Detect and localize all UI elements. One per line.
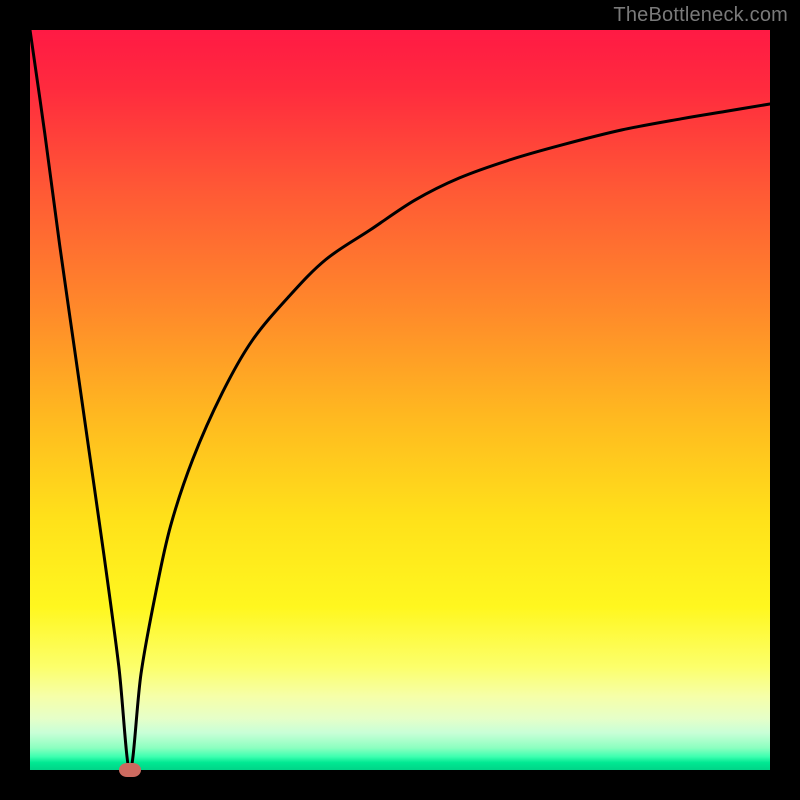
curve-svg [30, 30, 770, 770]
bottleneck-curve [30, 30, 770, 770]
watermark-text: TheBottleneck.com [613, 4, 788, 27]
plot-area [30, 30, 770, 770]
chart-frame: TheBottleneck.com [0, 0, 800, 800]
optimal-point-marker [119, 763, 141, 777]
